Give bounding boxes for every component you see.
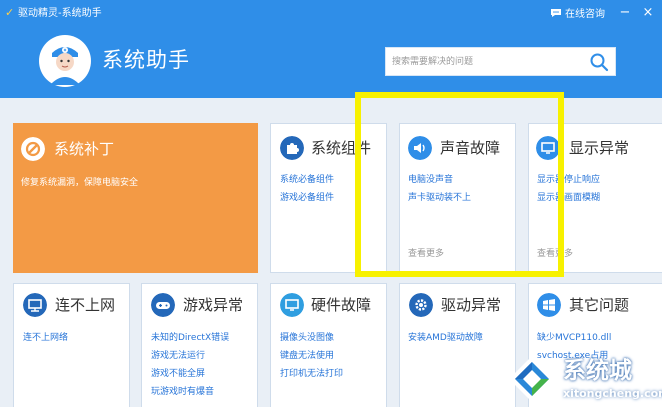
sound-card-title: 声音故障: [440, 139, 501, 157]
network-card-title: 连不上网: [55, 296, 116, 314]
puzzle-icon: [280, 136, 304, 160]
game-link-3[interactable]: 游戏不能全屏: [151, 368, 205, 380]
watermark-logo-icon: [509, 356, 555, 402]
close-button[interactable]: ×: [640, 5, 656, 21]
app-logo-icon: ✓: [5, 6, 15, 19]
component-link-2[interactable]: 游戏必备组件: [280, 192, 334, 204]
search-icon[interactable]: [589, 52, 609, 72]
component-card-title: 系统组件: [311, 139, 372, 157]
monitor-icon: [536, 136, 560, 160]
game-link-1[interactable]: 未知的DirectX错误: [151, 332, 229, 344]
sound-card[interactable]: 声音故障 电脑没声音 声卡驱动装不上 查看更多: [399, 123, 516, 273]
display-card-title: 显示异常: [569, 139, 630, 157]
other-link-1[interactable]: 缺少MVCP110.dll: [537, 332, 611, 344]
page-title: 系统助手: [102, 48, 190, 72]
gamepad-icon: [151, 293, 175, 317]
driver-card-title: 驱动异常: [441, 296, 502, 314]
watermark-url: xitongcheng.com: [563, 387, 662, 400]
network-link-1[interactable]: 连不上网络: [23, 332, 68, 344]
network-icon: [23, 293, 47, 317]
search-input[interactable]: [386, 48, 592, 75]
network-card[interactable]: 连不上网 连不上网络: [13, 283, 130, 407]
hardware-link-3[interactable]: 打印机无法打印: [280, 368, 343, 380]
component-card[interactable]: 系统组件 系统必备组件 游戏必备组件: [270, 123, 387, 273]
wrench-gear-icon: [21, 137, 45, 161]
online-consult-label: 在线咨询: [565, 9, 605, 20]
chat-bubble-icon: [551, 9, 561, 17]
game-link-2[interactable]: 游戏无法运行: [151, 350, 205, 362]
hardware-card-title: 硬件故障: [311, 296, 372, 314]
sound-link-1[interactable]: 电脑没声音: [408, 174, 453, 186]
window-title: 驱动精灵-系统助手: [18, 8, 102, 19]
sound-view-more-link[interactable]: 查看更多: [408, 248, 444, 260]
component-link-1[interactable]: 系统必备组件: [280, 174, 334, 186]
display-view-more-link[interactable]: 查看更多: [537, 248, 573, 260]
game-card[interactable]: 游戏异常 未知的DirectX错误 游戏无法运行 游戏不能全屏 玩游戏时有爆音: [141, 283, 258, 407]
patch-card[interactable]: 系统补丁 修复系统漏洞，保障电脑安全: [13, 123, 258, 273]
other-card-title: 其它问题: [569, 296, 630, 314]
windows-icon: [537, 293, 561, 317]
hardware-link-1[interactable]: 摄像头没图像: [280, 332, 334, 344]
assistant-avatar: [39, 35, 91, 87]
display-link-2[interactable]: 显示器画面模糊: [537, 192, 600, 204]
display-link-1[interactable]: 显示器停止响应: [537, 174, 600, 186]
patch-card-title: 系统补丁: [54, 140, 115, 158]
patch-card-desc: 修复系统漏洞，保障电脑安全: [21, 178, 139, 188]
game-link-4[interactable]: 玩游戏时有爆音: [151, 386, 214, 398]
driver-card[interactable]: 驱动异常 安装AMD驱动故障: [399, 283, 516, 407]
monitor-icon: [280, 293, 304, 317]
online-consult-link[interactable]: 在线咨询: [550, 8, 605, 21]
speaker-icon: [408, 136, 432, 160]
title-bar: ✓ 驱动精灵-系统助手 在线咨询 − ×: [0, 0, 662, 28]
minimize-button[interactable]: −: [617, 5, 633, 21]
doctor-avatar-icon: [40, 36, 90, 86]
gear-icon: [409, 293, 433, 317]
driver-link-1[interactable]: 安装AMD驱动故障: [408, 332, 483, 344]
game-card-title: 游戏异常: [183, 296, 244, 314]
watermark-text: 系统城: [563, 358, 632, 384]
hardware-link-2[interactable]: 键盘无法使用: [280, 350, 334, 362]
search-box: [385, 47, 616, 76]
watermark: 系统城 xitongcheng.com: [503, 352, 662, 407]
display-card[interactable]: 显示异常 显示器停止响应 显示器画面模糊 查看更多: [528, 123, 662, 273]
sound-link-2[interactable]: 声卡驱动装不上: [408, 192, 471, 204]
hardware-card[interactable]: 硬件故障 摄像头没图像 键盘无法使用 打印机无法打印: [270, 283, 387, 407]
